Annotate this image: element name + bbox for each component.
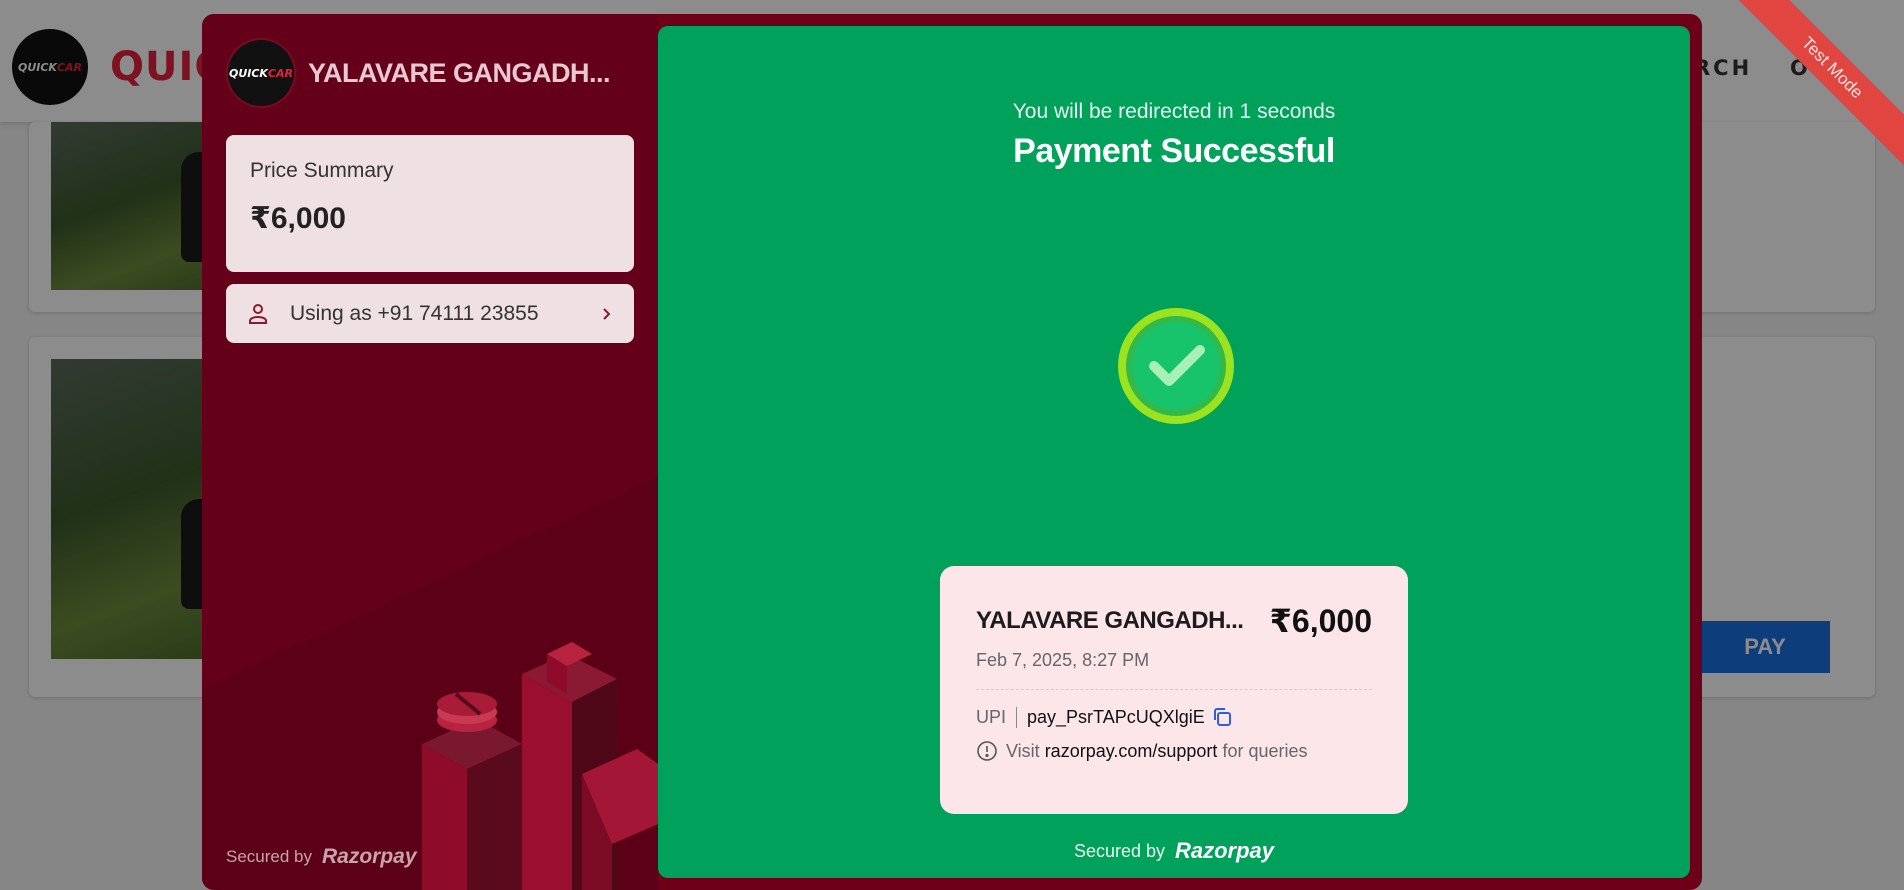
price-summary: Price Summary ₹6,000	[226, 135, 634, 272]
receipt-datetime: Feb 7, 2025, 8:27 PM	[976, 650, 1150, 670]
info-icon	[977, 741, 997, 761]
support-message: Visit razorpay.com/support for queries	[976, 740, 1372, 762]
payment-status-panel: You will be redirected in 1 seconds Paym…	[658, 26, 1690, 878]
test-mode-ribbon: Test Mode	[1714, 0, 1904, 190]
receipt-divider	[976, 689, 1372, 690]
price-summary-label: Price Summary	[250, 159, 394, 182]
payment-success-title: Payment Successful	[1013, 132, 1335, 170]
support-prefix: Visit	[1006, 740, 1040, 761]
payment-id: pay_PsrTAPcUQXlgiE	[1027, 706, 1205, 727]
right-secured-by: Secured by Razorpay	[658, 838, 1690, 864]
payment-method: UPI	[976, 706, 1018, 728]
user-contact-button[interactable]: Using as +91 74111 23855	[226, 284, 634, 343]
razorpay-logo-icon: Razorpay	[1175, 838, 1275, 863]
test-mode-label: Test Mode	[1727, 0, 1904, 173]
price-summary-amount: ₹6,000	[250, 202, 346, 235]
receipt-payment-info: UPI pay_PsrTAPcUQXlgiE	[976, 706, 1372, 728]
support-link[interactable]: razorpay.com/support	[1045, 741, 1218, 762]
merchant-header: QUICKCAR YALAVARE GANGADH...	[226, 38, 611, 108]
secured-by-label: Secured by	[226, 847, 312, 866]
checkout-left-panel: QUICKCAR YALAVARE GANGADH... Price Summa…	[202, 14, 658, 890]
razorpay-logo-icon: Razorpay	[322, 845, 417, 868]
copy-icon[interactable]	[1211, 706, 1233, 728]
redirect-message: You will be redirected in 1 seconds	[1012, 100, 1336, 123]
user-contact-label: Using as +91 74111 23855	[290, 301, 539, 325]
payment-receipt-card: YALAVARE GANGADH... ₹6,000 Feb 7, 2025, …	[940, 566, 1408, 814]
check-circle-icon	[1118, 308, 1234, 424]
building-illustration-icon	[422, 642, 658, 890]
secured-by-label: Secured by	[1073, 840, 1165, 861]
left-secured-by: Secured by Razorpay	[226, 845, 417, 869]
chevron-right-icon	[603, 307, 611, 320]
receipt-amount: ₹6,000	[1269, 603, 1372, 639]
receipt-merchant-name: YALAVARE GANGADH...	[976, 607, 1244, 634]
merchant-name: YALAVARE GANGADH...	[308, 57, 611, 88]
merchant-logo: QUICKCAR	[226, 38, 296, 108]
payment-modal: QUICKCAR YALAVARE GANGADH... Price Summa…	[202, 14, 1702, 890]
user-icon	[249, 303, 267, 324]
support-suffix: for queries	[1222, 740, 1308, 761]
